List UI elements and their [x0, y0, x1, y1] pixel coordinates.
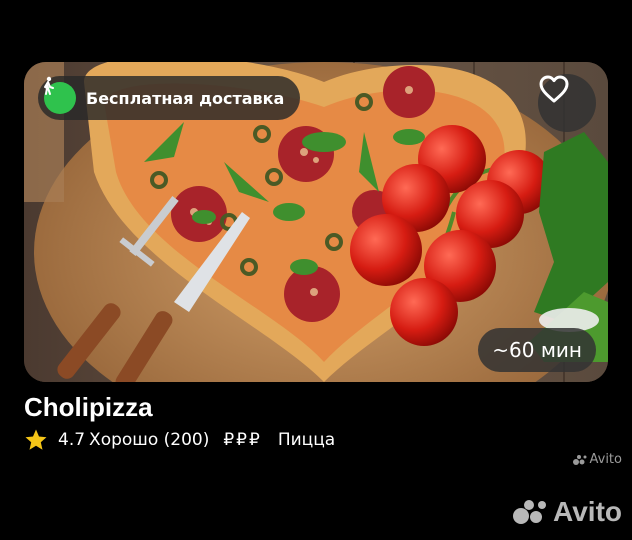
free-delivery-label: Бесплатная доставка: [86, 88, 285, 108]
rating-value: 4.7: [58, 430, 86, 450]
heart-icon: [539, 75, 569, 103]
category-label: Пицца: [277, 430, 336, 450]
avito-watermark-large: Avito: [513, 496, 622, 528]
avito-logo-icon: [572, 454, 586, 465]
star-icon: [25, 429, 47, 450]
restaurant-meta: 4.7 Хорошо (200) ₽₽₽ Пицца: [24, 428, 335, 452]
favorite-button[interactable]: [538, 74, 596, 132]
walking-person-icon: [44, 76, 76, 114]
delivery-time-badge: ~60 мин: [478, 328, 596, 372]
restaurant-title[interactable]: Cholipizza: [24, 392, 153, 423]
delivery-time-label: ~60 мин: [492, 338, 582, 362]
restaurant-photo[interactable]: Бесплатная доставка ~60 мин: [24, 62, 608, 382]
price-level: ₽₽₽: [223, 430, 262, 450]
avito-watermark-small: Avito: [572, 452, 623, 467]
avito-watermark-large-text: Avito: [553, 496, 622, 527]
avito-watermark-small-text: Avito: [589, 452, 623, 467]
rating-label: Хорошо (200): [89, 430, 210, 450]
free-delivery-badge: Бесплатная доставка: [38, 76, 301, 120]
avito-logo-icon: [513, 500, 547, 524]
